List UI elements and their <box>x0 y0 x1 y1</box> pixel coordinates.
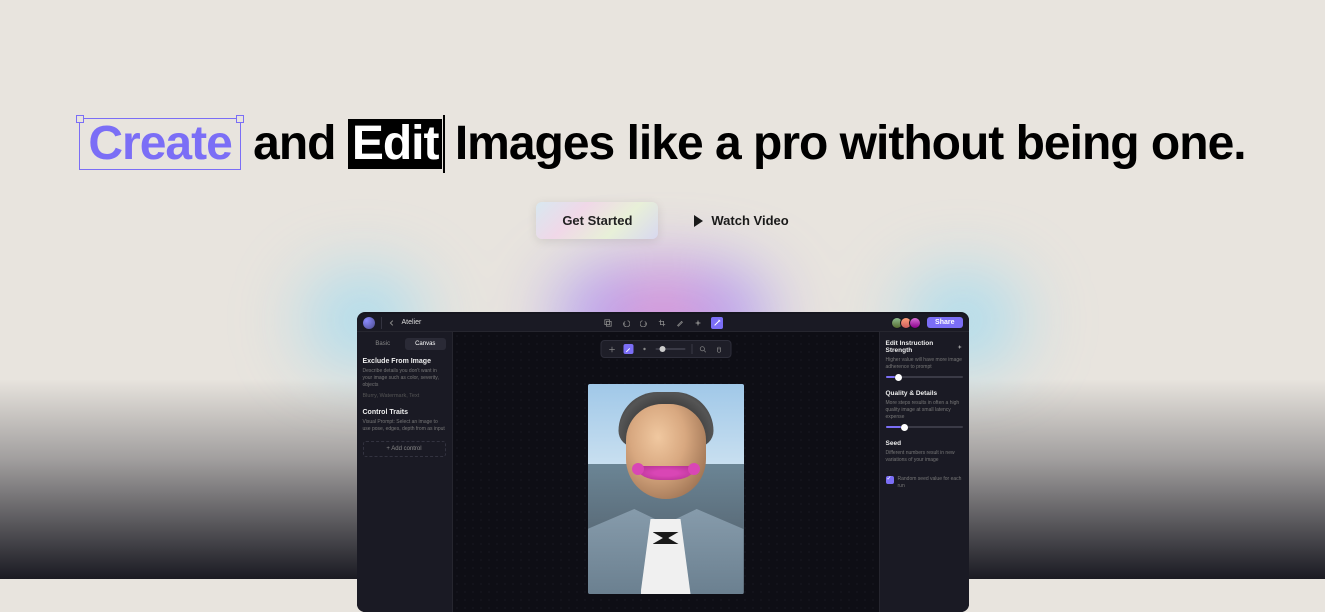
wand-icon[interactable] <box>711 317 723 329</box>
brush-tool-icon[interactable] <box>623 344 633 354</box>
sparkle-icon[interactable] <box>693 318 703 328</box>
setting-title: Quality & Details <box>886 390 963 397</box>
get-started-button[interactable]: Get Started <box>536 202 658 239</box>
brush-icon[interactable] <box>675 318 685 328</box>
avatar <box>909 317 921 329</box>
undo-icon[interactable] <box>621 318 631 328</box>
canvas-area[interactable] <box>453 332 879 612</box>
tab-canvas[interactable]: Canvas <box>405 338 446 350</box>
app-titlebar: Atelier Share <box>357 314 969 332</box>
random-seed-checkbox[interactable] <box>886 476 894 484</box>
setting-description: More steps results in often a high quali… <box>886 400 963 421</box>
share-button[interactable]: Share <box>927 317 962 328</box>
play-icon <box>694 215 703 227</box>
move-icon[interactable] <box>607 344 617 354</box>
canvas-toolbar <box>600 340 731 358</box>
app-preview: Atelier Share Basic Canvas Exclude <box>357 312 969 612</box>
right-panel: Edit Instruction Strength Higher value w… <box>879 332 969 612</box>
setting-description: Different numbers result in new variatio… <box>886 450 963 464</box>
top-toolbar <box>603 317 723 329</box>
strength-slider[interactable] <box>886 376 963 378</box>
section-description: Describe details you don't want in your … <box>363 368 446 389</box>
hero-headline: Create and Edit Images like a pro withou… <box>0 118 1325 170</box>
quality-slider[interactable] <box>886 426 963 428</box>
setting-description: Higher value will have more image adhere… <box>886 357 963 371</box>
zoom-icon[interactable] <box>698 344 708 354</box>
app-logo-icon <box>363 317 375 329</box>
left-panel: Basic Canvas Exclude From Image Describe… <box>357 332 453 612</box>
canvas-image[interactable] <box>588 384 744 594</box>
crop-icon[interactable] <box>657 318 667 328</box>
dot-icon[interactable] <box>639 344 649 354</box>
setting-title: Seed <box>886 440 963 447</box>
headline-word-edit: Edit <box>348 119 443 169</box>
redo-icon[interactable] <box>639 318 649 328</box>
chevron-left-icon[interactable] <box>388 319 396 327</box>
collaborator-avatars[interactable] <box>891 317 921 329</box>
section-description: Visual Prompt: Select an image to use po… <box>363 419 446 433</box>
checkbox-label: Random seed value for each run <box>898 476 963 490</box>
section-title: Control Traits <box>363 409 446 416</box>
setting-title: Edit Instruction Strength <box>886 340 963 354</box>
exclude-input[interactable]: Blurry, Watermark, Text <box>363 393 446 399</box>
headline-word-create: Create <box>79 118 240 170</box>
brush-size-slider[interactable] <box>655 348 685 350</box>
breadcrumb: Atelier <box>402 319 422 326</box>
section-title: Exclude From Image <box>363 358 446 365</box>
add-control-button[interactable]: + Add control <box>363 441 446 457</box>
tab-basic[interactable]: Basic <box>363 338 404 350</box>
hand-icon[interactable] <box>714 344 724 354</box>
watch-video-button[interactable]: Watch Video <box>694 213 788 228</box>
layers-icon[interactable] <box>603 318 613 328</box>
sparkle-icon <box>957 344 962 350</box>
